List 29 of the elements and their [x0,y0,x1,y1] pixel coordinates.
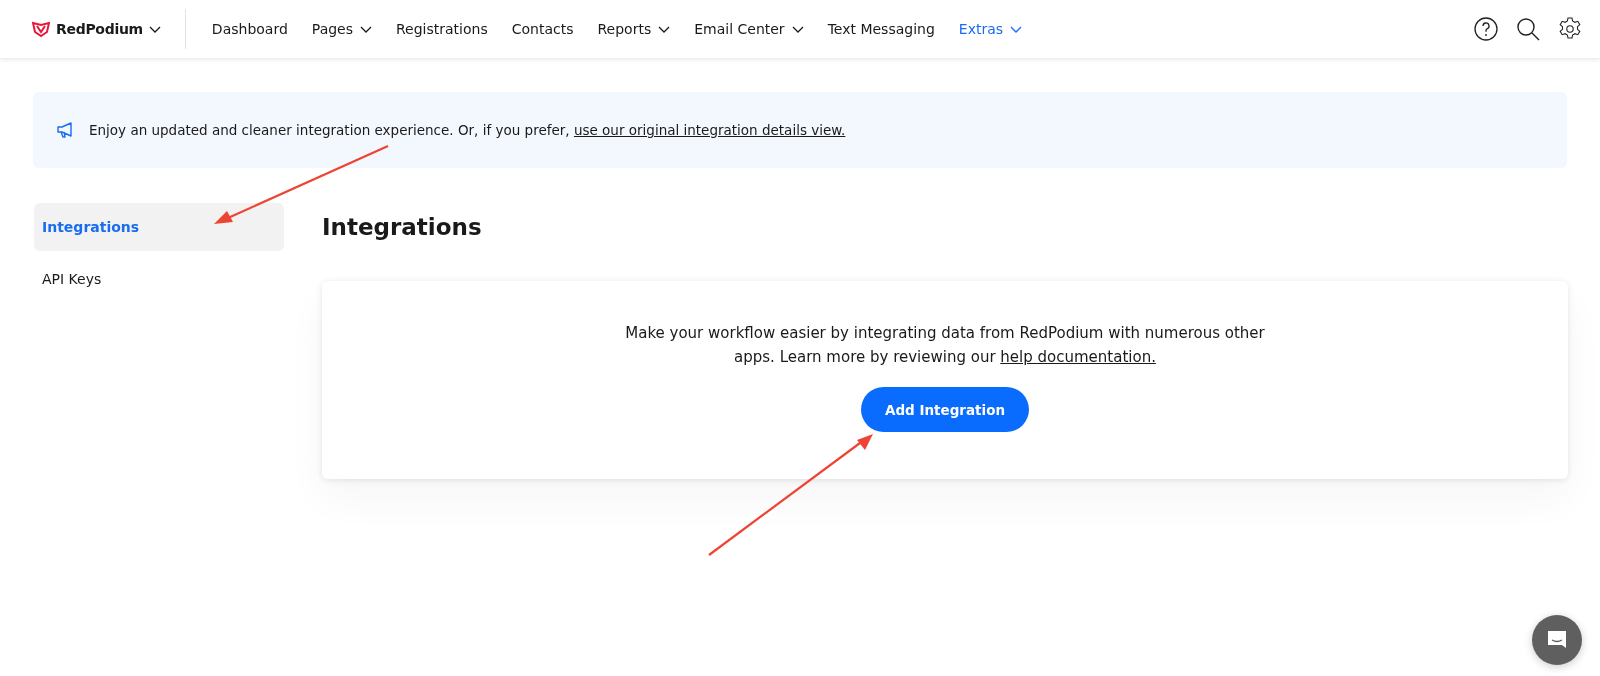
nav-item[interactable]: Extras [946,21,1035,37]
brand-name[interactable]: RedPodium [56,21,143,37]
nav-item[interactable]: Pages [299,21,384,37]
sidebar-item[interactable]: API Keys [34,255,284,303]
nav-item[interactable]: Dashboard [199,21,300,37]
caret-icon [791,25,804,33]
help-link[interactable]: help documentation. [1000,348,1156,366]
nav-item[interactable]: Reports [585,21,683,37]
nav-item[interactable]: Text Messaging [815,21,947,37]
add-integration-button[interactable]: Add Integration [860,387,1030,432]
nav-item[interactable]: Contacts [499,21,586,37]
card-text: Make your workflow easier by integrating data from RedPodium with numerous other apps. Learn more by reviewing our help documentation. [624,323,1266,368]
help-icon[interactable] [1474,17,1498,41]
caret-icon [658,25,671,33]
chat-icon [1546,629,1568,651]
sidebar-item[interactable]: Integrations [34,203,284,251]
caret-icon [1010,25,1023,33]
nav-item[interactable]: Registrations [384,21,500,37]
chat-button[interactable] [1532,615,1582,665]
megaphone-icon [57,122,75,138]
logo-icon [32,21,50,37]
caret-icon [360,25,372,33]
settings-icon[interactable] [1558,17,1582,41]
original-view-link[interactable]: use our original integration details view. [573,122,846,138]
search-icon[interactable] [1516,17,1540,41]
nav-item[interactable]: Email Center [682,21,816,37]
banner-text: Enjoy an updated and cleaner integration experience. Or, if you prefer, use our original integration details view. [89,122,846,138]
page-title: Integrations [322,213,483,242]
caret-icon [148,25,161,33]
